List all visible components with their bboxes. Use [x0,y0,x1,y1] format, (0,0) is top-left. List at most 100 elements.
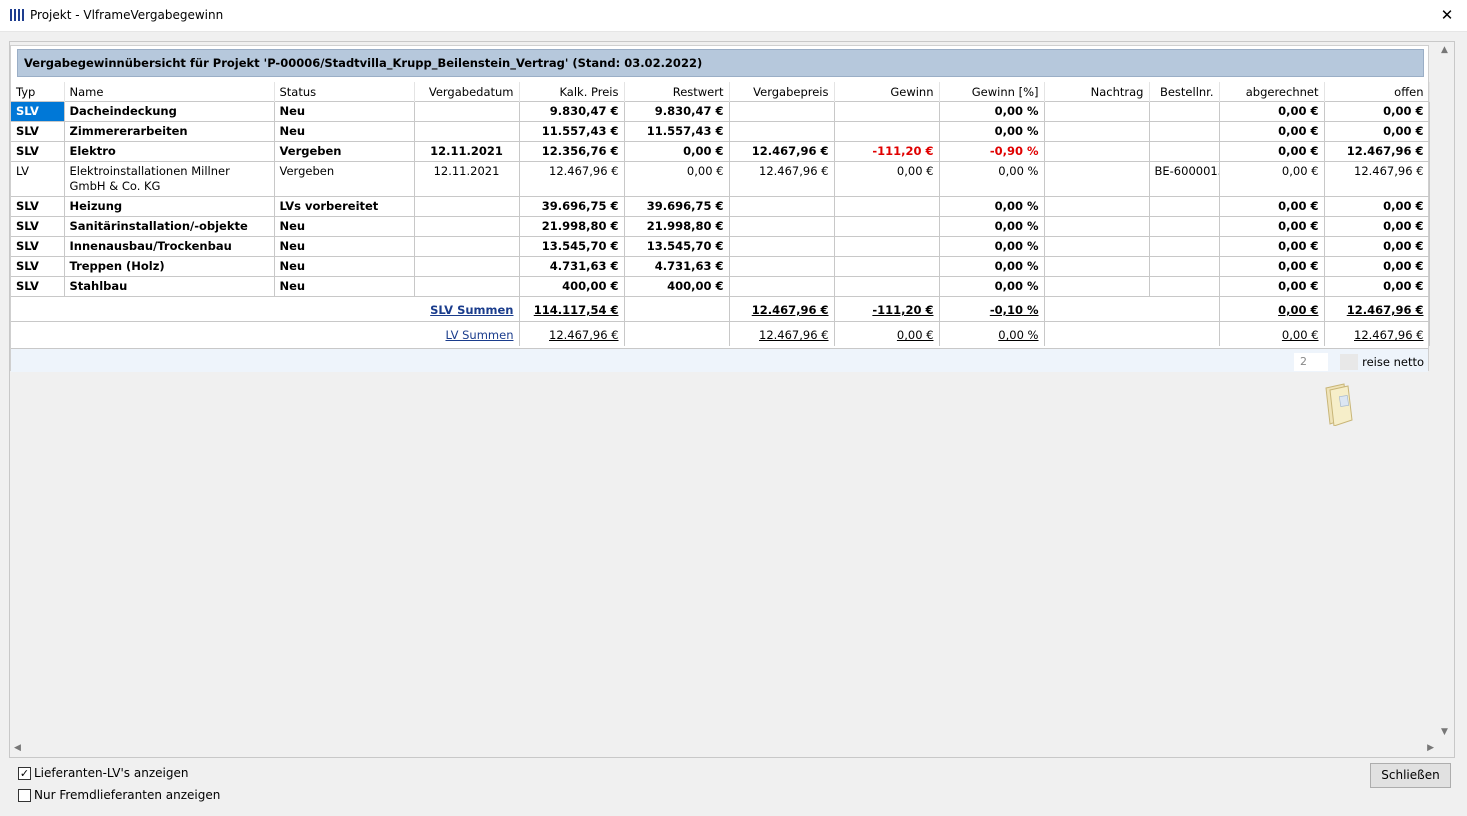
award-profit-table: Typ Name Status Vergabedatum Kalk. Preis… [11,82,1430,346]
cell-abgerechnet: 0,00 € [1219,121,1325,142]
table-row[interactable]: SLV Heizung LVs vorbereitet 39.696,75 € … [11,196,1430,217]
cell-restwert: 9.830,47 € [624,101,730,122]
cell-vergabepreis [729,256,835,277]
col-header-name: Name [64,82,275,102]
cell-abgerechnet: 0,00 € [1219,101,1325,122]
cell-vergabepreis: 12.467,96 € [729,161,835,197]
cell-gewinn-pct: 0,00 % [939,161,1045,197]
cell-offen: 0,00 € [1324,121,1430,142]
cell-vergabedatum [414,216,520,237]
cell-nachtrag [1044,196,1150,217]
cell-kalk-preis: 12.356,76 € [519,141,625,162]
cell-kalk-preis: 400,00 € [519,276,625,297]
table-row[interactable]: SLV Innenausbau/Trockenbau Neu 13.545,70… [11,236,1430,257]
cell-vergabedatum: 12.11.2021 [414,161,520,197]
cell-bestellnr [1149,101,1220,122]
col-header-vergabepreis: Vergabepreis [729,82,835,102]
col-header-gewinn: Gewinn [834,82,940,102]
cell-offen: 0,00 € [1324,101,1430,122]
cell-offen: 0,00 € [1324,256,1430,277]
cell-status: Neu [274,216,415,237]
cell-kalk-preis: 13.545,70 € [519,236,625,257]
cell-gewinn [834,101,940,122]
cell-kalk-preis: 9.830,47 € [519,101,625,122]
show-supplier-lvs-label: Lieferanten-LV's anzeigen [34,766,189,780]
cell-abgerechnet: 0,00 € [1219,196,1325,217]
cell-typ: SLV [11,216,65,237]
cell-vergabedatum [414,101,520,122]
slv-sum-offen: 12.467,96 € [1346,303,1424,317]
cell-nachtrag [1044,121,1150,142]
cell-gewinn-pct: 0,00 % [939,256,1045,277]
cell-nachtrag [1044,216,1150,237]
cell-offen: 0,00 € [1324,236,1430,257]
close-button[interactable]: Schließen [1370,763,1451,788]
cell-vergabedatum [414,121,520,142]
cell-kalk-preis: 12.467,96 € [519,161,625,197]
cell-vergabedatum [414,276,520,297]
table-row[interactable]: SLV Treppen (Holz) Neu 4.731,63 € 4.731,… [11,256,1430,277]
col-header-offen: offen [1324,82,1430,102]
col-header-typ: Typ [11,82,65,102]
cell-status: Neu [274,256,415,277]
cell-bestellnr [1149,121,1220,142]
cell-offen: 0,00 € [1324,216,1430,237]
vertical-scrollbar[interactable]: ▲ ▼ [1437,43,1453,739]
cell-gewinn-pct: 0,00 % [939,216,1045,237]
cell-status: LVs vorbereitet [274,196,415,217]
table-row[interactable]: SLV Dacheindeckung Neu 9.830,47 € 9.830,… [11,101,1430,122]
cell-vergabepreis [729,121,835,142]
report-title: Vergabegewinnübersicht für Projekt 'P-00… [24,56,703,70]
cell-gewinn-pct: 0,00 % [939,276,1045,297]
scroll-right-icon[interactable]: ▶ [1427,743,1434,753]
cell-gewinn-pct: 0,00 % [939,101,1045,122]
cell-bestellnr: BE-6000015 [1149,161,1220,197]
scroll-up-icon[interactable]: ▲ [1441,45,1448,55]
scroll-left-icon[interactable]: ◀ [14,743,21,753]
report-footer: 2 reise netto [11,348,1428,372]
cell-offen: 12.467,96 € [1324,161,1430,197]
col-header-bestellnr: Bestellnr. [1149,82,1220,102]
cell-name: Dacheindeckung [64,101,275,122]
show-supplier-lvs-checkbox[interactable]: ✓ [18,767,31,780]
cell-bestellnr [1149,236,1220,257]
cell-nachtrag [1044,276,1150,297]
cell-nachtrag [1044,256,1150,277]
cell-gewinn [834,216,940,237]
cell-restwert: 13.545,70 € [624,236,730,257]
cell-gewinn [834,276,940,297]
cell-name: Sanitärinstallation/-objekte [64,216,275,237]
cell-name: Elektro [64,141,275,162]
horizontal-scrollbar[interactable]: ◀ ▶ [11,741,1437,756]
report-header: Vergabegewinnübersicht für Projekt 'P-00… [17,49,1424,77]
cell-status: Neu [274,276,415,297]
cell-typ: SLV [11,236,65,257]
only-external-label: Nur Fremdlieferanten anzeigen [34,788,221,802]
cell-restwert: 39.696,75 € [624,196,730,217]
cell-name: Elektroinstallationen Millner GmbH & Co.… [64,161,275,197]
lv-sum-row: LV Summen 12.467,96 € 12.467,96 € 0,00 €… [11,321,1430,346]
cell-kalk-preis: 21.998,80 € [519,216,625,237]
cell-nachtrag [1044,101,1150,122]
close-window-icon[interactable]: ✕ [1433,4,1461,26]
cell-status: Neu [274,236,415,257]
cell-typ: LV [11,161,65,197]
cell-status: Neu [274,101,415,122]
scroll-down-icon[interactable]: ▼ [1441,727,1448,737]
cell-typ: SLV [11,121,65,142]
cell-bestellnr [1149,216,1220,237]
cell-name: Stahlbau [64,276,275,297]
report-viewer: Vergabegewinnübersicht für Projekt 'P-00… [10,45,1430,372]
cell-abgerechnet: 0,00 € [1219,256,1325,277]
cell-gewinn [834,256,940,277]
table-row-lv[interactable]: LV Elektroinstallationen Millner GmbH & … [11,161,1430,197]
col-header-vergabedatum: Vergabedatum [414,82,520,102]
table-row[interactable]: SLV Elektro Vergeben 12.11.2021 12.356,7… [11,141,1430,162]
table-row[interactable]: SLV Sanitärinstallation/-objekte Neu 21.… [11,216,1430,237]
table-row[interactable]: SLV Stahlbau Neu 400,00 € 400,00 € 0,00 … [11,276,1430,297]
page-box [1340,354,1358,370]
table-row[interactable]: SLV Zimmererarbeiten Neu 11.557,43 € 11.… [11,121,1430,142]
cell-kalk-preis: 39.696,75 € [519,196,625,217]
cell-typ: SLV [11,276,65,297]
only-external-checkbox[interactable] [18,789,31,802]
